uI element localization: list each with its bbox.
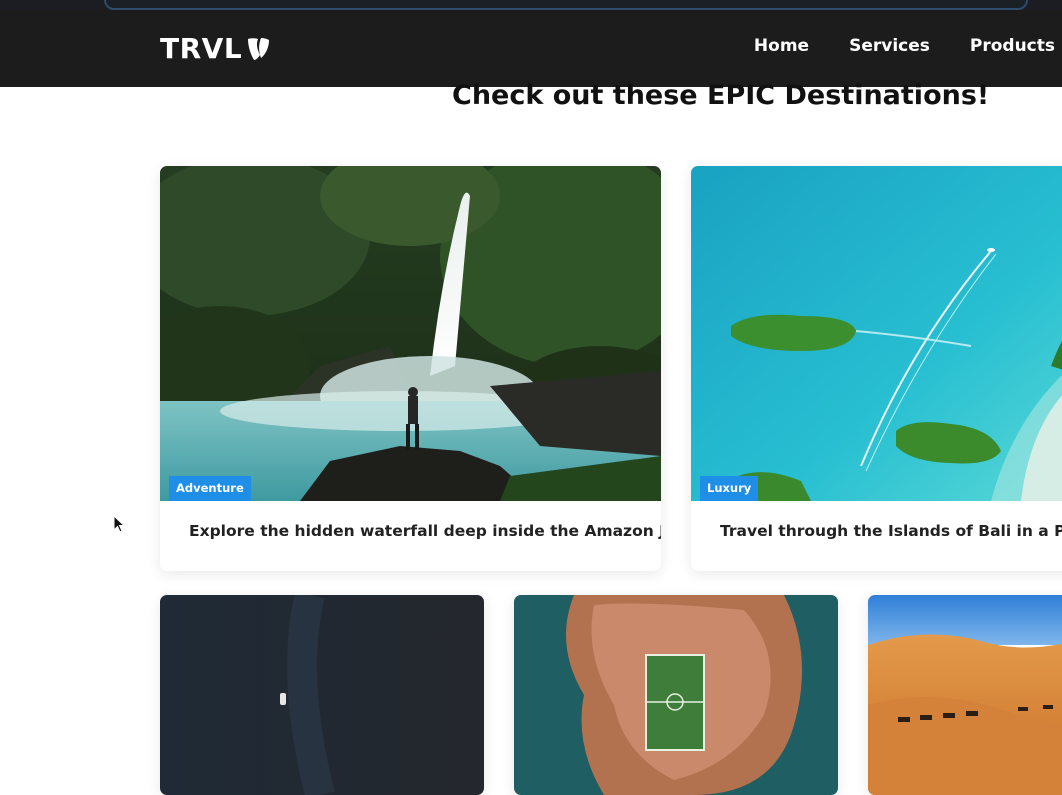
card-title[interactable]: Explore the hidden waterfall deep inside… — [189, 522, 661, 540]
destination-card-island[interactable] — [514, 595, 838, 795]
card-title[interactable]: Travel through the Islands of Bali in a … — [720, 522, 1062, 540]
browser-address-bar[interactable] — [104, 0, 1028, 10]
main-nav: Home Services Products — [754, 36, 1062, 56]
destination-card-desert[interactable] — [868, 595, 1062, 795]
category-badge[interactable]: Adventure — [169, 476, 251, 501]
site-logo[interactable]: TRVL — [160, 32, 270, 65]
nav-services[interactable]: Services — [849, 36, 930, 56]
typo3-icon — [246, 36, 270, 62]
nav-products[interactable]: Products — [970, 36, 1055, 56]
browser-chrome — [0, 0, 1062, 10]
island-football-field-photo — [514, 595, 838, 795]
nav-home[interactable]: Home — [754, 36, 809, 56]
site-header: TRVL Home Services Products — [0, 10, 1062, 87]
destination-card-waterfall[interactable]: Adventure Explore the hidden waterfall d… — [160, 166, 661, 571]
logo-text: TRVL — [160, 32, 243, 65]
destination-card-ocean[interactable] — [160, 595, 484, 795]
page-title: Check out these EPIC Destinations! — [452, 80, 990, 111]
destination-card-bali[interactable]: Luxury Travel through the Islands of Bal… — [691, 166, 1062, 571]
waterfall-jungle-photo: Adventure — [160, 166, 661, 501]
mouse-cursor-icon — [113, 514, 126, 537]
desert-camels-photo — [868, 595, 1062, 795]
bali-islands-aerial-photo: Luxury — [691, 166, 1062, 501]
category-badge[interactable]: Luxury — [700, 476, 759, 501]
ocean-boat-aerial-photo — [160, 595, 484, 795]
